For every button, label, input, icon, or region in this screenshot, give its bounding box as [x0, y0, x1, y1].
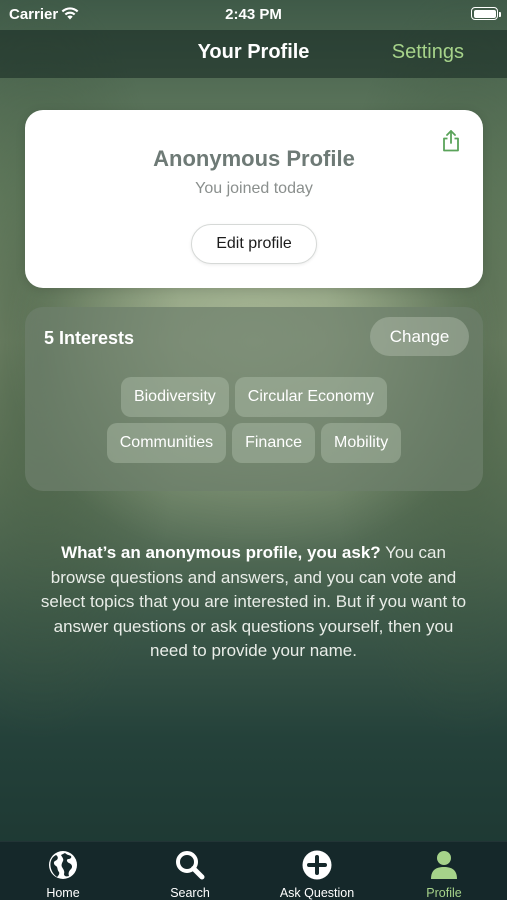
tab-profile-label: Profile [426, 886, 462, 900]
tab-search-label: Search [170, 886, 210, 900]
navigation-bar: Your Profile Settings [0, 30, 507, 78]
tab-home[interactable]: Home [0, 842, 126, 900]
interests-title: 5 Interests [44, 328, 135, 348]
joined-date: You joined today [195, 180, 313, 197]
status-bar: Carrier 2:43 PM [0, 0, 507, 30]
interest-tag[interactable]: Finance [232, 423, 316, 463]
edit-profile-button[interactable]: Edit profile [191, 224, 317, 264]
profile-card: Anonymous Profile You joined today Edit … [25, 110, 483, 288]
tab-ask-question-label: Ask Question [279, 886, 355, 900]
person-icon [431, 851, 457, 879]
tab-ask-question[interactable]: Ask Question [254, 842, 380, 900]
interest-tag[interactable]: Mobility [321, 423, 402, 463]
search-icon [176, 851, 205, 880]
interest-tag[interactable]: Biodiversity [120, 377, 229, 417]
interest-tags: Biodiversity Circular Economy Communitie… [25, 377, 483, 469]
profile-name: Anonymous Profile [153, 146, 355, 171]
anonymous-profile-info: What’s an anonymous profile, you ask? Yo… [40, 541, 467, 664]
info-question: What’s an anonymous profile, you ask? [61, 543, 381, 562]
change-interests-button[interactable]: Change [370, 317, 469, 356]
settings-button[interactable]: Settings [392, 41, 464, 64]
tab-search[interactable]: Search [127, 842, 253, 900]
plus-circle-icon [302, 850, 332, 880]
interests-card: 5 Interests Change Biodiversity Circular… [25, 307, 483, 491]
interest-tag[interactable]: Circular Economy [234, 377, 388, 417]
tab-home-label: Home [46, 886, 80, 900]
tab-bar: Home Search Ask Question Profile [0, 841, 507, 900]
battery-icon [471, 7, 501, 20]
status-time: 2:43 PM [225, 6, 282, 23]
interest-tag[interactable]: Communities [106, 423, 227, 463]
tab-profile[interactable]: Profile [381, 842, 507, 900]
globe-icon [49, 851, 77, 879]
